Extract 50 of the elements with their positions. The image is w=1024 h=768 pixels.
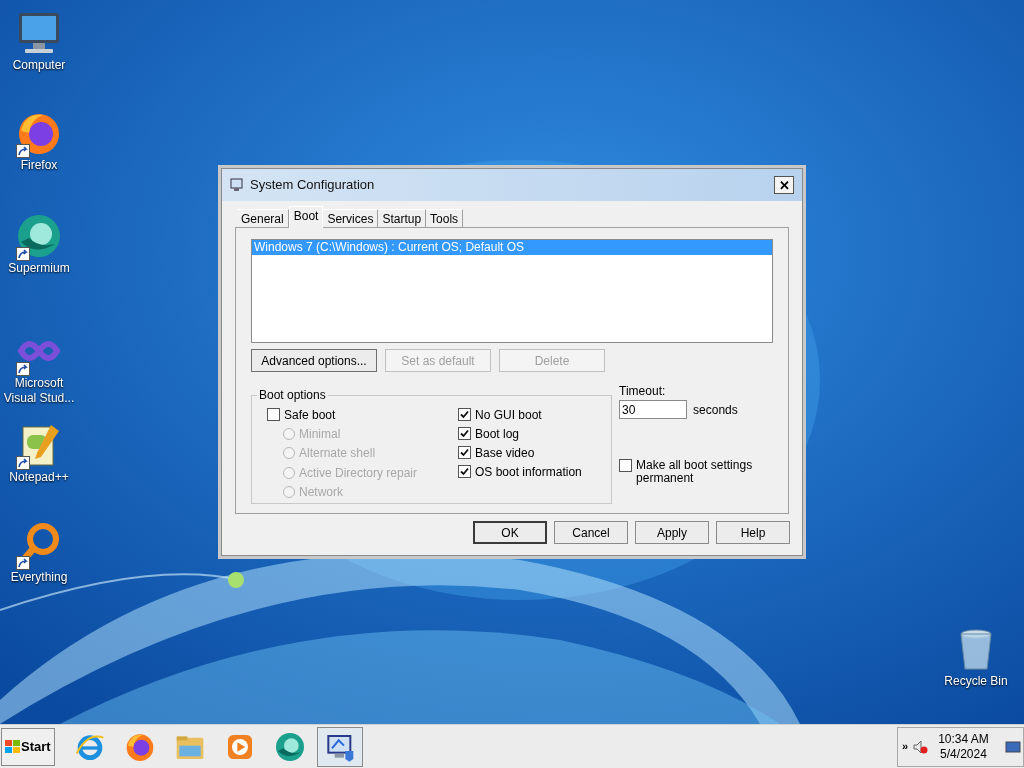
clock-time[interactable]: 10:34 AM [938, 731, 989, 747]
clock-date[interactable]: 5/4/2024 [940, 746, 987, 762]
checkbox-label: Make all boot settings permanent [636, 459, 754, 485]
checkbox[interactable] [619, 459, 633, 472]
desktop-icon-label[interactable]: Firefox [0, 158, 78, 173]
dialog-button[interactable]: Apply [635, 521, 709, 544]
checkbox[interactable] [458, 427, 471, 440]
supermium-icon [15, 212, 63, 260]
speaker-muted-icon[interactable] [912, 738, 929, 755]
timeout-field[interactable]: 30 [619, 400, 688, 419]
radio-label: Network [299, 484, 343, 502]
tab[interactable]: Startup [378, 209, 427, 227]
show-hidden-icons-button[interactable]: » [902, 738, 909, 755]
radio-label: Alternate shell [299, 445, 376, 463]
checkbox-label: No GUI boot [475, 406, 542, 424]
timeout-label: Timeout: [619, 384, 667, 398]
tab[interactable]: General [237, 209, 289, 227]
tab[interactable]: Tools [426, 209, 464, 227]
group-title: Boot options [258, 387, 327, 404]
dialog-button[interactable]: Cancel [554, 521, 628, 544]
desktop-icon-label[interactable]: Computer [0, 58, 78, 73]
dialog-button[interactable]: OK [473, 521, 547, 544]
checkbox[interactable] [458, 446, 471, 459]
radio-label: Active Directory repair [299, 464, 418, 482]
checkbox[interactable] [267, 408, 280, 421]
taskbar-app[interactable] [316, 726, 363, 767]
desktop-icon-label[interactable]: Recycle Bin [937, 674, 1015, 689]
tab[interactable]: Services [323, 209, 379, 227]
dialog-button[interactable]: Help [716, 521, 790, 544]
windows-flag-icon [5, 739, 20, 754]
desktop-icon-label[interactable]: Microsoft Visual Stud... [0, 376, 78, 406]
desktop-icon-label[interactable]: Everything [0, 570, 78, 585]
show-desktop-icon[interactable] [1005, 739, 1021, 754]
checkbox[interactable] [458, 465, 471, 478]
action-button[interactable]: Advanced options... [251, 349, 377, 372]
checkbox-label: Base video [475, 444, 535, 462]
window-title: System Configuration [250, 176, 376, 195]
checkbox-label: Boot log [475, 425, 520, 443]
supermium-icon [273, 730, 306, 763]
start-button[interactable]: Start [1, 727, 55, 766]
radio-label: Minimal [299, 425, 341, 443]
checkbox-label: OS boot information [475, 463, 582, 481]
app-icon [230, 178, 244, 192]
unit-label: seconds [693, 401, 738, 419]
checkbox[interactable] [458, 408, 471, 421]
desktop-icon-label[interactable]: Supermium [0, 261, 78, 276]
desktop-icon-label[interactable]: Notepad++ [0, 470, 78, 485]
close-button[interactable]: ✕ [774, 176, 794, 194]
tab[interactable]: Boot [288, 206, 324, 228]
checkbox-label: Safe boot [284, 406, 336, 424]
